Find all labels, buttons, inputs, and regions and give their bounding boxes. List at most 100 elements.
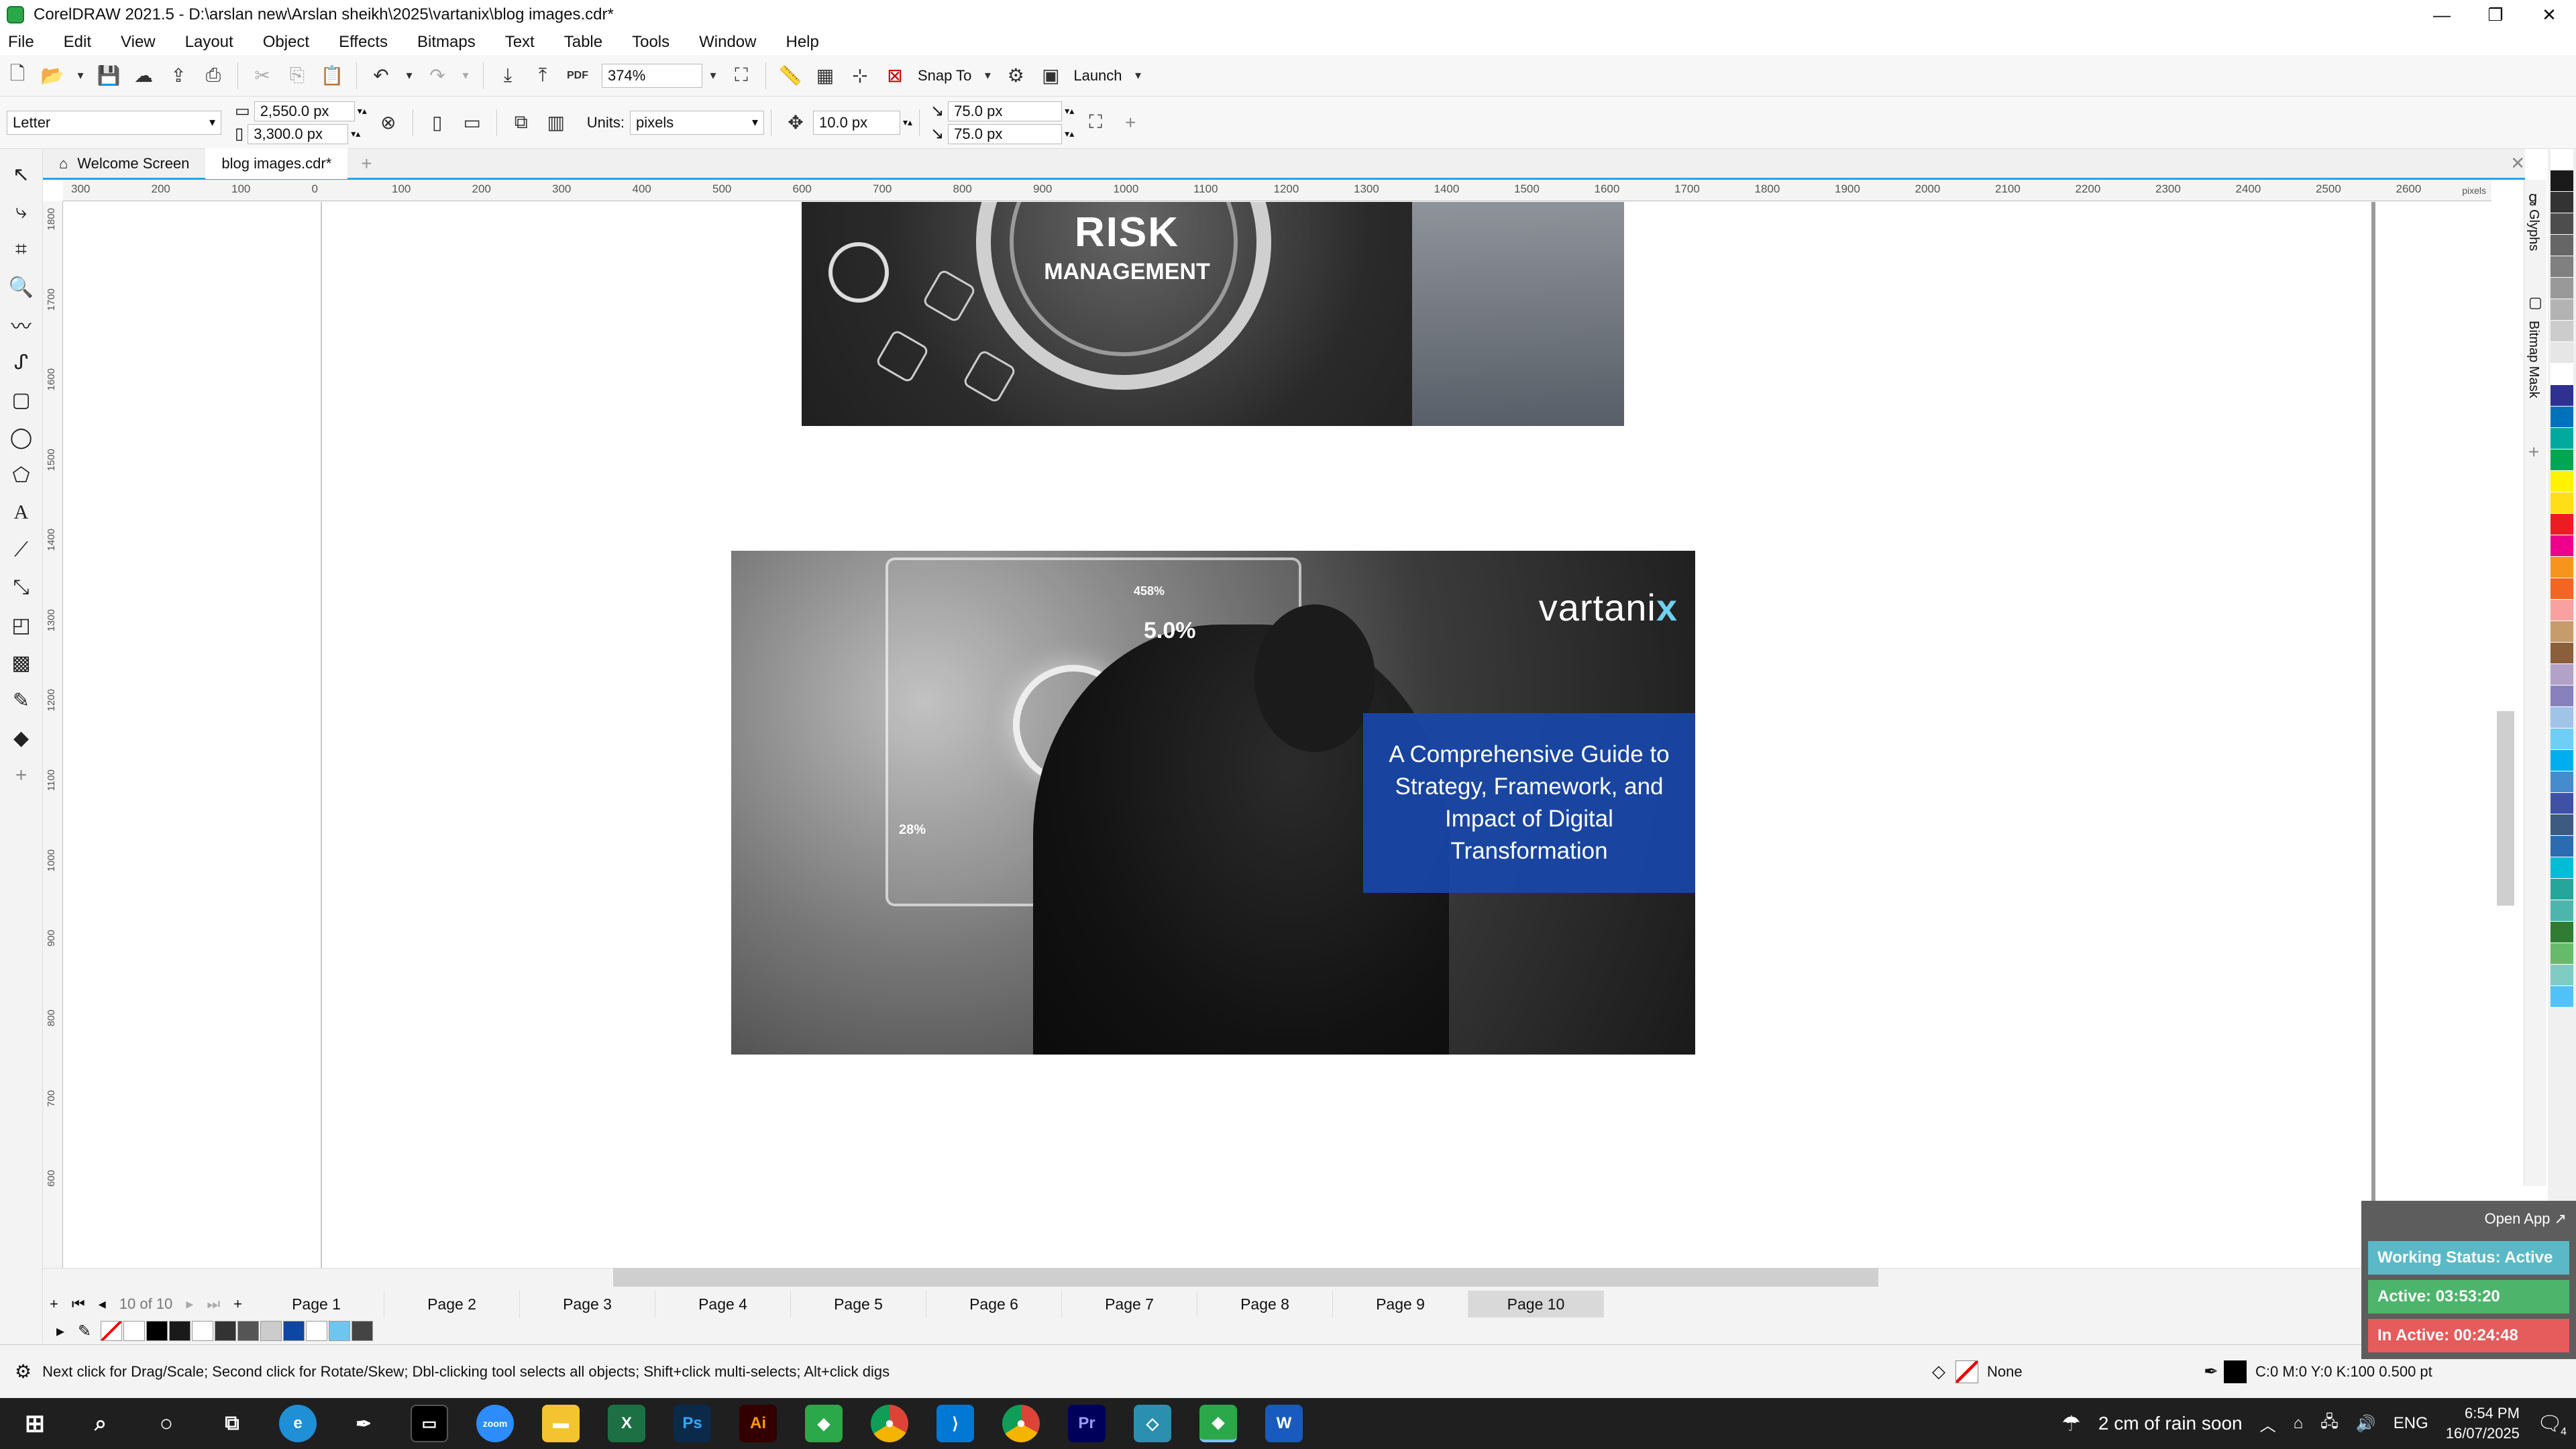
close-icon[interactable]: ✕ bbox=[2522, 0, 2576, 30]
palette-swatch[interactable] bbox=[2551, 879, 2573, 900]
palette-swatch[interactable] bbox=[2551, 793, 2573, 814]
cloud-upload-icon[interactable]: ⇪ bbox=[165, 62, 192, 89]
coreldraw-active-icon[interactable]: ◆ bbox=[1199, 1405, 1237, 1442]
vertical-ruler[interactable]: 1800 1700 1600 1500 1400 1300 1200 1100 1000 900 8… bbox=[43, 201, 63, 1275]
status-gear-icon[interactable]: ⚙ bbox=[15, 1360, 32, 1383]
premiere-icon[interactable]: Pr bbox=[1068, 1405, 1106, 1442]
chevron-down-icon[interactable]: ▾ bbox=[706, 62, 720, 89]
page-tab-1[interactable]: Page 1 bbox=[249, 1291, 385, 1318]
horizontal-ruler[interactable]: 300 200 100 0 100 200 300 400 500 600 700 800 900 100… bbox=[63, 180, 2491, 201]
palette-swatch[interactable] bbox=[2551, 449, 2573, 471]
docker-tab-bitmap-mask[interactable]: Bitmap Mask bbox=[2526, 321, 2541, 398]
chevron-down-icon[interactable]: ▾ bbox=[74, 62, 87, 89]
palette-swatch[interactable] bbox=[2551, 621, 2573, 643]
page-tab-2[interactable]: Page 2 bbox=[384, 1291, 521, 1318]
page-tab-10[interactable]: Page 10 bbox=[1468, 1291, 1605, 1318]
full-screen-icon[interactable]: ⛶ bbox=[728, 62, 755, 89]
add-page-before-icon[interactable]: + bbox=[50, 1295, 58, 1313]
chevron-down-icon[interactable]: ▾ bbox=[1132, 62, 1145, 89]
menu-edit[interactable]: Edit bbox=[64, 33, 91, 52]
snap-to-dropdown[interactable]: Snap To bbox=[918, 67, 971, 85]
palette-swatch[interactable] bbox=[2551, 492, 2573, 514]
document-palette-swatch[interactable] bbox=[146, 1321, 168, 1341]
palette-swatch[interactable] bbox=[2551, 535, 2573, 557]
last-page-icon[interactable]: ⏭ bbox=[207, 1295, 220, 1313]
weather-text[interactable]: 2 cm of rain soon bbox=[2098, 1413, 2243, 1434]
menu-object[interactable]: Object bbox=[263, 33, 309, 52]
pen-app-icon[interactable]: ✒ bbox=[345, 1405, 382, 1442]
outline-color-swatch[interactable] bbox=[2224, 1360, 2247, 1383]
treat-as-filled-icon[interactable]: ⛶ bbox=[1082, 109, 1109, 136]
illustrator-icon[interactable]: Ai bbox=[739, 1405, 777, 1442]
excel-icon[interactable]: X bbox=[608, 1405, 645, 1442]
photoshop-icon[interactable]: Ps bbox=[674, 1405, 711, 1442]
zoom-icon[interactable]: zoom bbox=[476, 1405, 514, 1442]
document-palette-swatch[interactable] bbox=[260, 1321, 282, 1341]
palette-swatch[interactable] bbox=[2551, 750, 2573, 771]
no-fill-swatch[interactable] bbox=[1955, 1360, 1978, 1383]
palette-swatch[interactable] bbox=[2551, 600, 2573, 621]
spinner-icon[interactable]: ▾▴ bbox=[1065, 128, 1074, 140]
options-gear-icon[interactable]: ⚙ bbox=[1002, 62, 1029, 89]
ellipse-tool-icon[interactable]: ◯ bbox=[7, 423, 36, 452]
task-view-icon[interactable]: ⧉ bbox=[213, 1405, 251, 1442]
palette-swatch[interactable] bbox=[2551, 986, 2573, 1008]
add-tool-icon[interactable]: + bbox=[7, 761, 36, 790]
palette-swatch[interactable] bbox=[2551, 557, 2573, 578]
document-palette-swatch[interactable] bbox=[306, 1321, 328, 1341]
palette-swatch[interactable] bbox=[2551, 771, 2573, 793]
vertical-scrollbar[interactable] bbox=[2497, 711, 2514, 906]
page-tab-8[interactable]: Page 8 bbox=[1197, 1291, 1334, 1318]
palette-swatch[interactable] bbox=[2551, 342, 2573, 364]
chevron-down-icon[interactable]: ▾ bbox=[402, 62, 416, 89]
windows-start-icon[interactable]: ⊞ bbox=[16, 1405, 54, 1442]
volume-icon[interactable]: 🔊 bbox=[2356, 1414, 2376, 1434]
file-explorer-icon[interactable]: ▬ bbox=[542, 1405, 580, 1442]
cloud-save-icon[interactable]: ☁ bbox=[130, 62, 157, 89]
network-icon[interactable]: 🖧 bbox=[2320, 1410, 2339, 1438]
landscape-icon[interactable]: ▭ bbox=[459, 109, 486, 136]
docker-tab-glyphs[interactable]: Glyphs bbox=[2526, 209, 2541, 251]
spinner-icon[interactable]: ▾▴ bbox=[351, 128, 360, 140]
palette-swatch[interactable] bbox=[2551, 149, 2573, 170]
publish-pdf-icon[interactable]: PDF bbox=[564, 62, 591, 89]
copy-icon[interactable]: ⎘ bbox=[284, 62, 311, 89]
chrome-icon[interactable]: ● bbox=[871, 1405, 908, 1442]
document-palette-swatch[interactable] bbox=[192, 1321, 214, 1341]
drop-shadow-icon[interactable]: ◰ bbox=[7, 610, 36, 640]
duplicate-x-input[interactable]: 75.0 px bbox=[948, 101, 1063, 121]
menu-text[interactable]: Text bbox=[505, 33, 535, 52]
rectangle-tool-icon[interactable]: ▢ bbox=[7, 385, 36, 415]
paste-icon[interactable]: 📋 bbox=[319, 62, 345, 89]
menu-bitmaps[interactable]: Bitmaps bbox=[417, 33, 476, 52]
palette-swatch[interactable] bbox=[2551, 857, 2573, 879]
menu-file[interactable]: File bbox=[8, 33, 34, 52]
app-icon[interactable]: ◇ bbox=[1134, 1405, 1171, 1442]
palette-swatch[interactable] bbox=[2551, 514, 2573, 535]
import-icon[interactable]: ⤓ bbox=[494, 62, 521, 89]
parallel-dimension-icon[interactable]: ⟋ bbox=[7, 535, 36, 565]
palette-swatch[interactable] bbox=[2551, 922, 2573, 943]
palette-swatch[interactable] bbox=[2551, 407, 2573, 428]
crop-tool-icon[interactable]: ⌗ bbox=[7, 235, 36, 264]
add-page-after-icon[interactable]: + bbox=[233, 1295, 242, 1313]
digital-transformation-image[interactable]: 458% 5.0% 28% vartanix A Comprehensive G… bbox=[731, 551, 1695, 1055]
cut-icon[interactable]: ✂ bbox=[249, 62, 276, 89]
open-folder-icon[interactable]: 📂 bbox=[39, 62, 66, 89]
export-icon[interactable]: ⤒ bbox=[529, 62, 556, 89]
freehand-tool-icon[interactable]: 〰 bbox=[7, 310, 36, 339]
menu-layout[interactable]: Layout bbox=[185, 33, 233, 52]
zoom-level-input[interactable]: 374% bbox=[602, 63, 702, 88]
next-page-icon[interactable]: ▸ bbox=[186, 1295, 193, 1313]
language-indicator[interactable]: ENG bbox=[2394, 1414, 2428, 1433]
menu-view[interactable]: View bbox=[121, 33, 156, 52]
palette-swatch[interactable] bbox=[2551, 428, 2573, 449]
page-tab-9[interactable]: Page 9 bbox=[1333, 1291, 1469, 1318]
duplicate-y-input[interactable]: 75.0 px bbox=[948, 123, 1063, 144]
palette-swatch[interactable] bbox=[2551, 235, 2573, 256]
transparency-tool-icon[interactable]: ▩ bbox=[7, 648, 36, 678]
menu-effects[interactable]: Effects bbox=[339, 33, 388, 52]
new-document-icon[interactable]: 🗋 bbox=[4, 62, 31, 89]
document-palette-swatch[interactable] bbox=[237, 1321, 260, 1341]
display-icon[interactable]: ⌂ bbox=[2294, 1414, 2304, 1433]
